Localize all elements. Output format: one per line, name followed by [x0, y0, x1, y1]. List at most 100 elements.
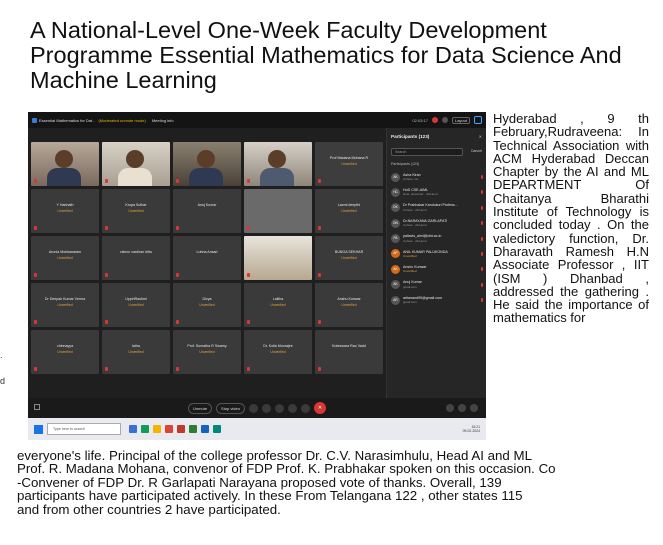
video-tile[interactable] [173, 142, 241, 186]
video-tile[interactable] [244, 236, 312, 280]
participant-video [55, 150, 73, 168]
windows-start-icon[interactable] [34, 424, 43, 434]
tile-status: Unverified [341, 162, 357, 166]
video-tile[interactable]: BUNGA SEKHAR Unverified [315, 236, 383, 280]
video-tile[interactable]: Y Harinath Unverified [31, 189, 99, 233]
explorer-icon[interactable] [153, 425, 161, 433]
webex-icon[interactable] [213, 425, 221, 433]
system-tray-clock[interactable]: 15:21 09-02-2024 [463, 425, 480, 434]
avatar: HC [391, 187, 400, 197]
video-tile[interactable]: latha Unverified [102, 330, 170, 374]
muted-mic-icon [480, 251, 483, 256]
muted-mic-icon [34, 320, 37, 324]
participant-list-item[interactable]: DN Dr.NARAYANA GARLAPATI Cohost · cbit.ac.… [391, 216, 483, 230]
avatar: DN [391, 218, 400, 228]
muted-mic-icon [480, 282, 483, 287]
video-tile[interactable]: vishnu vardhan bittu [102, 236, 170, 280]
participant-list-item[interactable]: AK Asha Kiran Cohost, me [391, 170, 483, 184]
participant-entry: artianand95@gmail.com gmail.com [403, 296, 442, 305]
word-icon[interactable] [201, 425, 209, 433]
stop-video-button[interactable]: Stop video [216, 402, 245, 414]
muted-mic-icon [480, 236, 483, 241]
video-tile[interactable] [244, 189, 312, 233]
video-tile[interactable]: Arunia Mokhanaram Unverified [31, 236, 99, 280]
article-title: A National-Level One-Week Faculty Develo… [30, 17, 622, 93]
excel-icon[interactable] [189, 425, 197, 433]
participants-group-header[interactable]: Participants (123) [391, 162, 419, 166]
muted-mic-icon [318, 273, 321, 277]
tile-participant-name: Lalitha [272, 297, 284, 301]
reactions-icon[interactable] [274, 403, 284, 413]
participant-video [197, 150, 215, 168]
video-tile[interactable]: Prof. Sumatha R Swamy Unverified [173, 330, 241, 374]
video-tile[interactable]: Lalitha Unverified [244, 283, 312, 327]
participant-name: Asha Kiran [403, 172, 421, 177]
tray-time: 15:21 [471, 424, 481, 429]
participant-role: gmail.com [403, 284, 417, 289]
meeting-info-button[interactable]: Meeting info [152, 118, 174, 123]
participant-list-item[interactable]: AK Anshu Kunwar Unverified [391, 262, 483, 276]
participant-list-item[interactable]: AK Anuj Kumar gmail.com [391, 278, 483, 292]
video-tile[interactable]: chinnayya Unverified [31, 330, 99, 374]
more-panels-icon[interactable] [470, 404, 478, 412]
video-tile[interactable]: Laxmi deepthi Unverified [315, 189, 383, 233]
video-tile[interactable]: Krupa Suthar Unverified [102, 189, 170, 233]
video-tile[interactable]: UppiriRashmi Unverified [102, 283, 170, 327]
record-icon[interactable] [261, 403, 271, 413]
video-tile[interactable]: Lubna Ansari [173, 236, 241, 280]
more-icon[interactable] [300, 403, 310, 413]
participants-search-input[interactable]: Search [391, 148, 463, 156]
video-tile[interactable] [31, 142, 99, 186]
bottom-line: -Convener of FDP Dr. R Garlapati Narayan… [17, 474, 502, 490]
tile-participant-name: Krupa Suthar [125, 203, 147, 207]
participant-list-item[interactable]: AP ANIL KUMAR PALUKONDA Unverified [391, 247, 483, 261]
video-tile[interactable]: Koteswara Rao Vadd [315, 330, 383, 374]
participant-list-item[interactable]: PA pallavis_aiml@cbit.ac.in Cohost · cbit.… [391, 232, 483, 246]
participant-list-item[interactable]: HC HoD CSE-AIML Host, presenter · cbit.ac.… [391, 185, 483, 199]
captions-icon[interactable] [34, 404, 40, 410]
taskbar-apps [129, 425, 221, 433]
bottom-paragraph: everyone's life. Principal of the colleg… [17, 449, 647, 516]
task-view-icon[interactable] [129, 425, 137, 433]
participants-icon[interactable] [446, 404, 454, 412]
unmute-button[interactable]: Unmute [188, 402, 213, 414]
muted-mic-icon [247, 273, 250, 277]
participant-entry: pallavis_aiml@cbit.ac.in Cohost · cbit.ac… [403, 234, 441, 243]
tile-participant-name: Laxmi deepthi [337, 203, 361, 207]
apps-icon[interactable] [287, 403, 297, 413]
chrome-icon[interactable] [165, 425, 173, 433]
video-tile[interactable] [102, 142, 170, 186]
video-tile[interactable]: Anuj Kumar [173, 189, 241, 233]
video-tile[interactable]: Dr Deepak Kumar Verma Unverified [31, 283, 99, 327]
close-icon[interactable]: ✕ [479, 134, 482, 139]
video-tile[interactable]: Anshu Kunwar Unverified [315, 283, 383, 327]
muted-mic-icon [34, 367, 37, 371]
tile-status: Unverified [341, 303, 357, 307]
search-cancel-button[interactable]: Cancel [471, 149, 482, 153]
video-tile[interactable]: Prof Madana Mohana R Unverified [315, 142, 383, 186]
participant-role: Unverified [403, 253, 417, 258]
edge-icon[interactable] [141, 425, 149, 433]
muted-mic-icon [480, 221, 483, 226]
muted-mic-icon [176, 273, 179, 277]
avatar: AP [391, 249, 400, 259]
more-options-icon[interactable] [474, 116, 482, 124]
video-tile[interactable]: Dr. Kolla Moorajee Unverified [244, 330, 312, 374]
webex-app-icon [32, 117, 37, 123]
chat-icon[interactable] [458, 404, 466, 412]
participant-list-item[interactable]: AR artianand95@gmail.com gmail.com [391, 293, 483, 307]
participant-name: Dr Prabhakar Kandukuri Profess... [403, 203, 458, 208]
video-tile[interactable]: Divya Unverified [173, 283, 241, 327]
video-tile[interactable] [244, 142, 312, 186]
muted-mic-icon [318, 179, 321, 183]
tile-participant-name: Dr Deepak Kumar Verma [44, 297, 86, 301]
participant-list-item[interactable]: DK Dr Prabhakar Kandukuri Profess... Cohos… [391, 201, 483, 215]
acrobat-icon[interactable] [177, 425, 185, 433]
share-icon[interactable] [248, 403, 258, 413]
leave-meeting-icon[interactable]: ✕ [313, 402, 326, 414]
tile-status: Unverified [199, 350, 215, 354]
participant-role: Cohost, me [403, 177, 419, 181]
layout-button[interactable]: Layout [451, 116, 470, 124]
participant-video [189, 168, 223, 186]
taskbar-search-input[interactable]: Type here to search [47, 423, 121, 435]
